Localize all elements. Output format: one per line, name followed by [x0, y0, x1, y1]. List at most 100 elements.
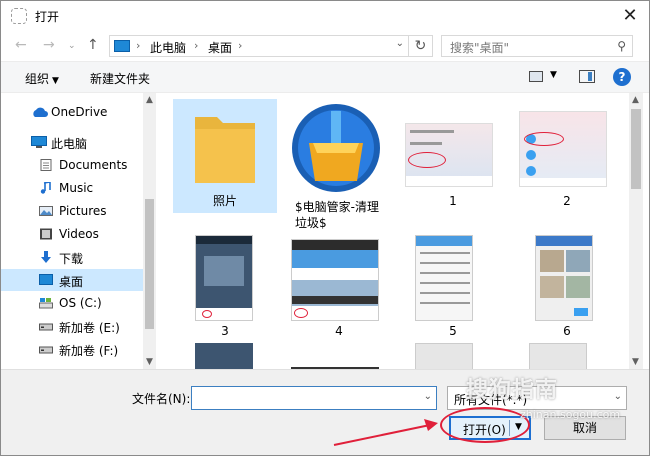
- image-thumbnail: [535, 235, 593, 321]
- image-thumbnail: [415, 235, 473, 321]
- filename-field[interactable]: ⌄: [191, 386, 437, 410]
- image-thumbnail: [405, 123, 493, 187]
- organize-label: 组织: [25, 72, 50, 86]
- scroll-up-icon[interactable]: ▲: [632, 95, 639, 105]
- drive-icon: [39, 346, 53, 354]
- up-icon[interactable]: ↑: [87, 37, 99, 53]
- toolbar: 组织 ▼ 新建文件夹 ▼ ?: [1, 61, 649, 93]
- file-item-screenshot[interactable]: 5: [401, 231, 505, 341]
- caret-down-icon: ▼: [52, 76, 59, 86]
- sidebar-item-label: Documents: [59, 158, 128, 172]
- sidebar-item-documents[interactable]: Documents: [1, 154, 143, 176]
- file-item-folder[interactable]: 照片: [173, 99, 277, 213]
- image-thumbnail: [519, 111, 607, 187]
- sidebar-item-desktop[interactable]: 桌面: [1, 269, 143, 291]
- sidebar-item-drive-c[interactable]: OS (C:): [1, 292, 143, 314]
- sidebar-item-drive-e[interactable]: 新加卷 (E:): [1, 315, 143, 337]
- file-item-screenshot[interactable]: 3: [173, 231, 277, 341]
- window-title: 打开: [35, 10, 60, 24]
- search-placeholder: 搜索"桌面": [450, 41, 510, 55]
- sidebar-scrollbar[interactable]: ▲ ▼: [143, 93, 156, 369]
- videos-icon: [40, 228, 52, 240]
- preview-pane-icon[interactable]: [579, 70, 595, 83]
- file-name: 4: [335, 324, 343, 338]
- sidebar-item-drive-f[interactable]: 新加卷 (F:): [1, 338, 143, 360]
- image-thumbnail[interactable]: [529, 343, 587, 369]
- new-folder-button[interactable]: 新建文件夹: [90, 70, 150, 87]
- chevron-down-icon[interactable]: ⌄: [424, 391, 432, 402]
- close-button[interactable]: ✕: [619, 5, 641, 27]
- file-list: 照片 $电脑管家-清理垃圾$ 1 2 3 4 5 6: [159, 93, 629, 369]
- image-thumbnail[interactable]: [195, 343, 253, 369]
- chevron-down-icon[interactable]: ⌄: [396, 38, 404, 49]
- breadcrumb-this-pc[interactable]: 此电脑: [150, 39, 186, 56]
- title-bar: 打开 ✕: [1, 1, 649, 31]
- sidebar-item-onedrive[interactable]: OneDrive: [1, 101, 143, 123]
- chevron-down-icon: ⌄: [613, 391, 622, 402]
- broom-app-icon: [292, 104, 380, 192]
- sidebar-item-label: OS (C:): [59, 296, 102, 310]
- search-icon: ⚲: [617, 39, 626, 53]
- chevron-right-icon[interactable]: ›: [136, 39, 140, 52]
- sidebar-item-label: Music: [59, 181, 94, 195]
- organize-button[interactable]: 组织 ▼: [25, 70, 59, 87]
- scroll-down-icon[interactable]: ▼: [146, 357, 153, 367]
- image-thumbnail[interactable]: [415, 343, 473, 369]
- search-input[interactable]: 搜索"桌面" ⚲: [441, 35, 633, 57]
- image-thumbnail: [291, 239, 379, 321]
- sidebar-item-label: OneDrive: [51, 105, 108, 119]
- pc-icon: [114, 40, 130, 52]
- pictures-icon: [39, 206, 53, 216]
- back-icon[interactable]: ←: [15, 37, 27, 53]
- scroll-down-icon[interactable]: ▼: [632, 357, 639, 367]
- help-icon[interactable]: ?: [613, 68, 631, 86]
- annotation-arrow: [333, 419, 438, 446]
- app-icon: [11, 8, 27, 24]
- file-name: 3: [221, 324, 229, 338]
- sidebar-item-label: Videos: [59, 227, 99, 241]
- sidebar-item-label: 桌面: [59, 275, 84, 289]
- file-item-screenshot[interactable]: 6: [515, 231, 619, 341]
- file-name: 1: [449, 194, 457, 208]
- file-item-screenshot[interactable]: 4: [287, 231, 391, 341]
- sidebar-item-videos[interactable]: Videos: [1, 223, 143, 245]
- download-icon: [41, 251, 51, 263]
- sidebar-item-this-pc[interactable]: 此电脑: [1, 131, 143, 153]
- sidebar-item-pictures[interactable]: Pictures: [1, 200, 143, 222]
- file-name: 2: [563, 194, 571, 208]
- pc-icon: [31, 136, 47, 148]
- file-name: 6: [563, 324, 571, 338]
- refresh-button[interactable]: ↻: [409, 35, 433, 57]
- file-item-app[interactable]: $电脑管家-清理垃圾$: [287, 99, 391, 230]
- breadcrumb-desktop[interactable]: 桌面: [208, 39, 232, 56]
- scrollbar-thumb[interactable]: [145, 199, 154, 329]
- file-name: 照片: [212, 194, 237, 208]
- chevron-right-icon[interactable]: ›: [194, 39, 198, 52]
- image-thumbnail: [195, 235, 253, 321]
- sidebar-item-downloads[interactable]: 下载: [1, 246, 143, 268]
- watermark-url: zhinan.sogou.com: [520, 408, 621, 421]
- address-bar[interactable]: › 此电脑 › 桌面 › ⌄: [109, 35, 409, 57]
- file-name: $电脑管家-清理垃圾$: [295, 200, 379, 230]
- scrollbar-thumb[interactable]: [631, 109, 641, 189]
- sidebar-item-label: 新加卷 (F:): [59, 344, 119, 358]
- forward-icon[interactable]: →: [43, 37, 55, 53]
- sidebar-item-label: 下载: [59, 252, 84, 266]
- file-item-screenshot[interactable]: 1: [401, 99, 505, 209]
- folder-icon: [195, 117, 255, 183]
- caret-down-icon[interactable]: ▼: [550, 70, 557, 80]
- document-icon: [40, 159, 52, 171]
- file-list-scrollbar[interactable]: ▲ ▼: [629, 93, 643, 369]
- scroll-up-icon[interactable]: ▲: [146, 95, 153, 105]
- view-options-icon[interactable]: [529, 71, 543, 82]
- chevron-right-icon[interactable]: ›: [238, 39, 242, 52]
- file-item-screenshot[interactable]: 2: [515, 99, 619, 209]
- desktop-icon: [39, 274, 53, 285]
- cloud-icon: [33, 107, 48, 117]
- navigation-pane: OneDrive 此电脑 Documents Music Pictures Vi…: [1, 93, 156, 369]
- drive-icon: [39, 323, 53, 331]
- sidebar-item-label: 新加卷 (E:): [59, 321, 120, 335]
- watermark-text: 搜狗指南: [466, 378, 559, 403]
- file-name: 5: [449, 324, 457, 338]
- sidebar-item-music[interactable]: Music: [1, 177, 143, 199]
